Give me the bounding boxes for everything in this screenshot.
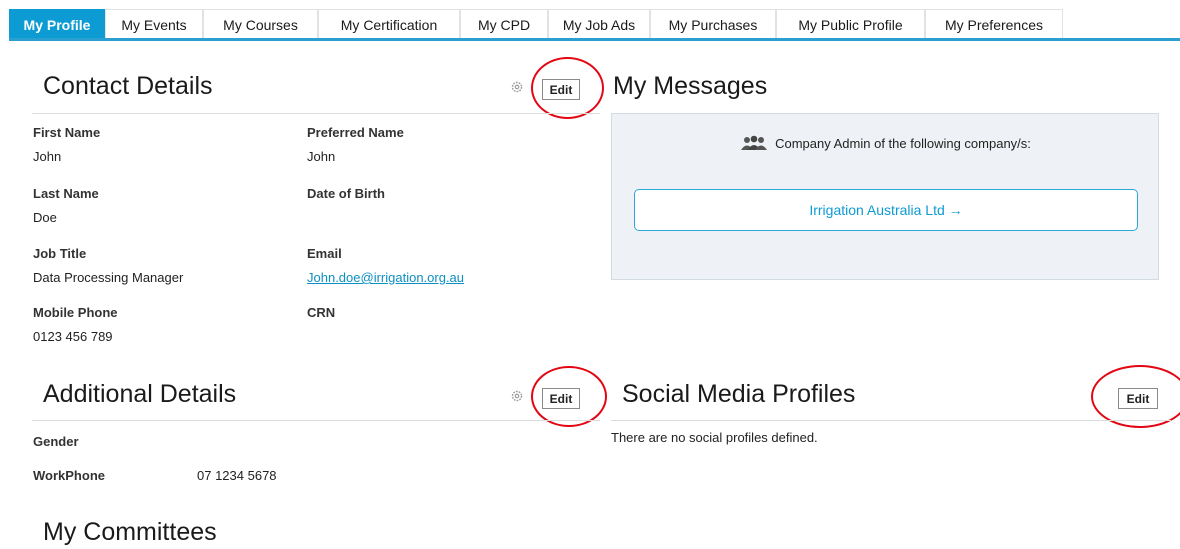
gear-icon[interactable] bbox=[510, 389, 524, 403]
mobile-phone-label: Mobile Phone bbox=[33, 305, 118, 320]
preferred-name-value: John bbox=[307, 149, 336, 164]
tab-my-job-ads[interactable]: My Job Ads bbox=[548, 9, 650, 39]
company-admin-text: Company Admin of the following company/s… bbox=[775, 135, 1031, 151]
mobile-phone-value: 0123 456 789 bbox=[33, 329, 113, 344]
additional-details-heading: Additional Details bbox=[43, 380, 237, 408]
social-media-heading: Social Media Profiles bbox=[622, 380, 856, 408]
workphone-label: WorkPhone bbox=[33, 468, 105, 483]
tab-my-profile[interactable]: My Profile bbox=[9, 9, 105, 39]
gender-label: Gender bbox=[33, 434, 79, 449]
tab-my-public-profile[interactable]: My Public Profile bbox=[776, 9, 925, 39]
my-committees-heading: My Committees bbox=[43, 518, 217, 546]
tab-my-courses[interactable]: My Courses bbox=[203, 9, 318, 39]
last-name-value: Doe bbox=[33, 210, 57, 225]
email-link[interactable]: John.doe@irrigation.org.au bbox=[307, 270, 464, 285]
social-edit-button[interactable]: Edit bbox=[1118, 388, 1158, 409]
dob-label: Date of Birth bbox=[307, 186, 385, 201]
tab-my-cpd[interactable]: My CPD bbox=[460, 9, 548, 39]
job-title-value: Data Processing Manager bbox=[33, 270, 184, 285]
first-name-value: John bbox=[33, 149, 62, 164]
tab-underline bbox=[9, 38, 1180, 41]
my-messages-heading: My Messages bbox=[613, 72, 768, 100]
divider bbox=[32, 113, 600, 114]
divider bbox=[32, 420, 600, 421]
tab-my-preferences[interactable]: My Preferences bbox=[925, 9, 1063, 39]
preferred-name-label: Preferred Name bbox=[307, 125, 404, 140]
job-title-label: Job Title bbox=[33, 246, 87, 261]
contact-details-heading: Contact Details bbox=[43, 72, 213, 100]
tab-my-events[interactable]: My Events bbox=[105, 9, 203, 39]
tab-my-certification[interactable]: My Certification bbox=[318, 9, 460, 39]
email-label: Email bbox=[307, 246, 342, 261]
divider bbox=[611, 420, 1171, 421]
crn-label: CRN bbox=[307, 305, 336, 320]
workphone-value: 07 1234 5678 bbox=[197, 468, 277, 483]
messages-panel: Company Admin of the following company/s… bbox=[611, 113, 1159, 280]
company-admin-notice: Company Admin of the following company/s… bbox=[612, 135, 1158, 151]
additional-edit-button[interactable]: Edit bbox=[542, 388, 580, 409]
profile-tabs: My Profile My Events My Courses My Certi… bbox=[9, 9, 1063, 39]
company-link-button[interactable]: Irrigation Australia Ltd → bbox=[634, 189, 1138, 231]
contact-edit-button[interactable]: Edit bbox=[542, 79, 580, 100]
tab-my-purchases[interactable]: My Purchases bbox=[650, 9, 776, 39]
gear-icon[interactable] bbox=[510, 80, 524, 94]
users-icon bbox=[741, 135, 768, 150]
last-name-label: Last Name bbox=[33, 186, 99, 201]
no-social-profiles-text: There are no social profiles defined. bbox=[611, 430, 818, 445]
first-name-label: First Name bbox=[33, 125, 101, 140]
